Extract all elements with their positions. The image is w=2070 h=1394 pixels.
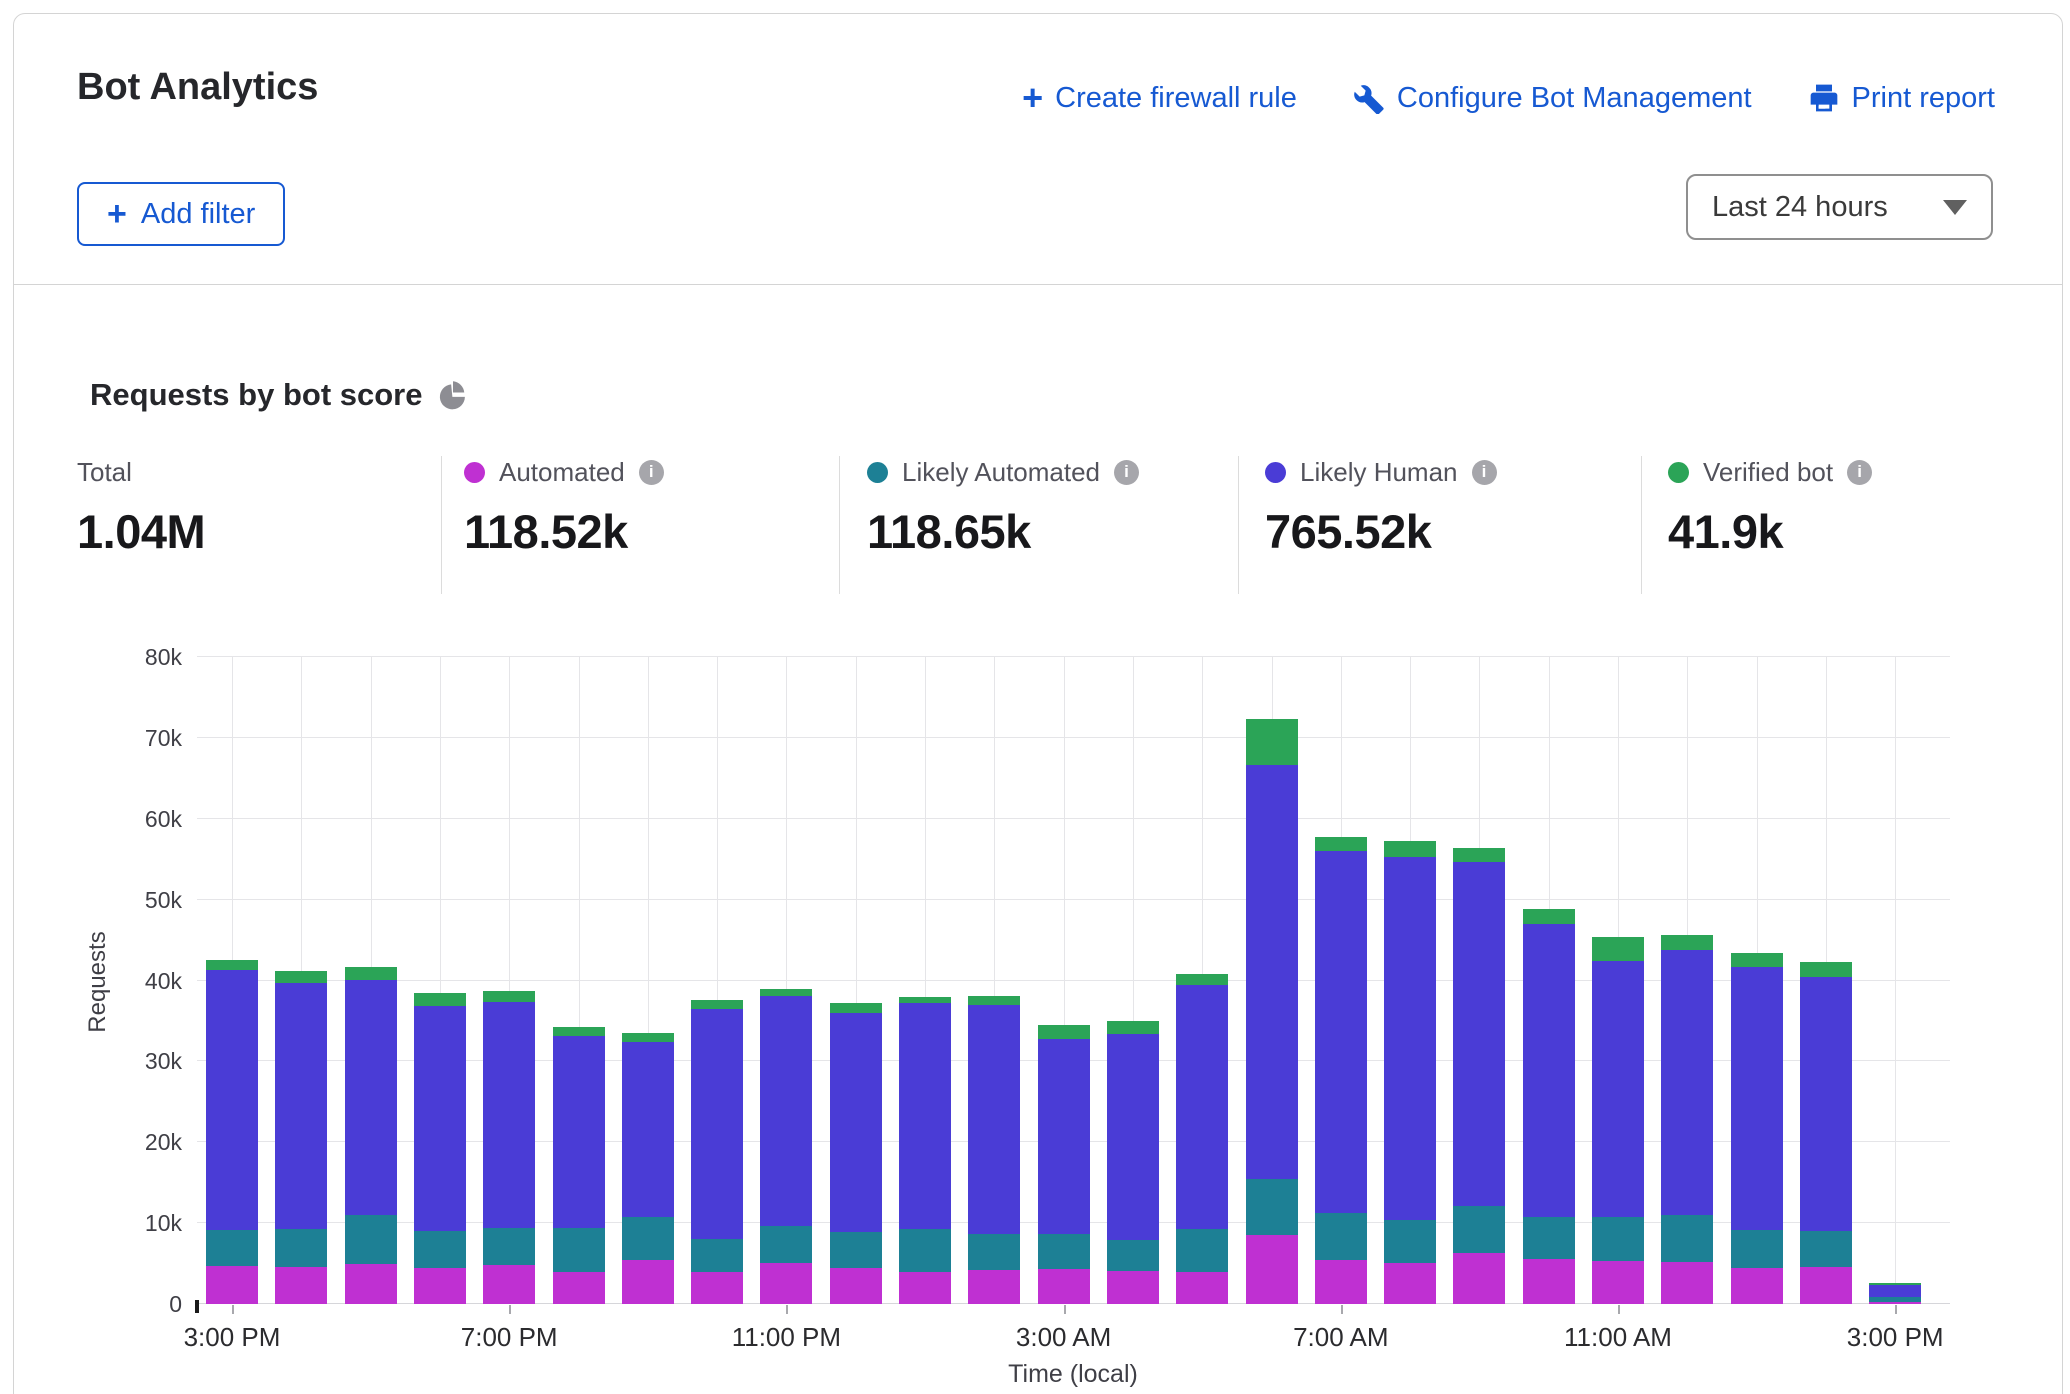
stat-automated: Automated i 118.52k [464,456,664,559]
configure-bot-management-label: Configure Bot Management [1397,82,1752,115]
stat-likely-automated-value: 118.65k [867,504,1139,559]
chevron-down-icon [1943,200,1967,215]
likely-automated-dot [867,462,888,483]
stat-verified-bot: Verified bot i 41.9k [1668,456,1872,559]
stats-row: Total 1.04M Automated i 118.52k Likely A… [14,456,2062,596]
divider [441,456,442,594]
divider [1238,456,1239,594]
card-header: Bot Analytics + Create firewall rule Con… [14,14,2062,285]
create-firewall-rule-label: Create firewall rule [1055,82,1297,115]
stat-verified-bot-value: 41.9k [1668,504,1872,559]
configure-bot-management-link[interactable]: Configure Bot Management [1353,82,1752,115]
pie-chart-icon [438,380,468,410]
automated-dot [464,462,485,483]
stat-likely-human: Likely Human i 765.52k [1265,456,1497,559]
verified-bot-dot [1668,462,1689,483]
wrench-icon [1353,82,1385,114]
divider [1641,456,1642,594]
print-report-link[interactable]: Print report [1808,82,1995,115]
page-title: Bot Analytics [77,66,318,109]
info-icon[interactable]: i [1847,460,1872,485]
print-report-label: Print report [1852,82,1995,115]
divider [839,456,840,594]
stat-automated-value: 118.52k [464,504,664,559]
stat-likely-human-label: Likely Human [1300,457,1458,488]
section-title: Requests by bot score [90,377,422,413]
plus-icon: + [107,197,127,231]
printer-icon [1808,82,1840,114]
add-filter-button[interactable]: + Add filter [77,182,285,246]
add-filter-label: Add filter [141,198,255,231]
header-actions: + Create firewall rule Configure Bot Man… [1022,80,1995,116]
stat-likely-automated: Likely Automated i 118.65k [867,456,1139,559]
info-icon[interactable]: i [639,460,664,485]
stat-verified-bot-label: Verified bot [1703,457,1833,488]
stat-likely-human-value: 765.52k [1265,504,1497,559]
plus-icon: + [1022,80,1043,116]
bot-analytics-page: Bot Analytics + Create firewall rule Con… [0,0,2070,1394]
analytics-card: Bot Analytics + Create firewall rule Con… [13,13,2063,1394]
likely-human-dot [1265,462,1286,483]
stat-total: Total 1.04M [77,456,205,559]
stat-total-label: Total [77,457,132,488]
stat-likely-automated-label: Likely Automated [902,457,1100,488]
time-range-value: Last 24 hours [1712,191,1888,224]
stat-automated-label: Automated [499,457,625,488]
stat-total-value: 1.04M [77,504,205,559]
info-icon[interactable]: i [1114,460,1139,485]
time-range-select[interactable]: Last 24 hours [1686,174,1993,240]
create-firewall-rule-link[interactable]: + Create firewall rule [1022,80,1297,116]
section-title-row: Requests by bot score [90,377,468,413]
info-icon[interactable]: i [1472,460,1497,485]
